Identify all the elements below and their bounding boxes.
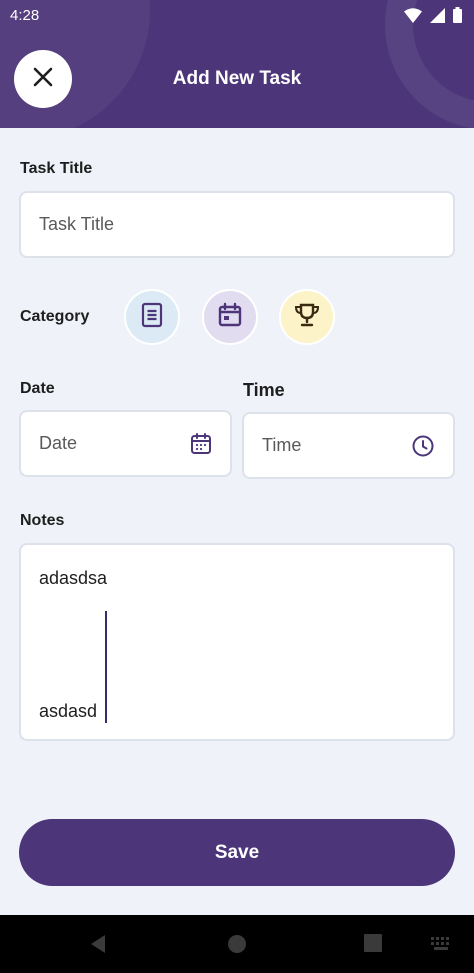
text-cursor	[105, 611, 107, 723]
notes-textarea[interactable]: adasdsa asdasd	[19, 543, 455, 741]
notes-line: adasdsa	[39, 568, 108, 588]
task-title-input[interactable]	[19, 191, 455, 258]
wifi-icon	[404, 7, 422, 27]
trophy-icon	[293, 302, 321, 333]
category-trophy-button[interactable]	[279, 289, 335, 345]
app-header: 4:28 Add New Task	[0, 0, 474, 128]
status-time: 4:28	[10, 7, 40, 24]
status-icons	[404, 7, 462, 27]
clock-icon[interactable]	[410, 433, 436, 459]
battery-icon	[453, 7, 462, 27]
back-icon[interactable]	[89, 934, 107, 954]
task-title-label: Task Title	[20, 160, 93, 177]
calendar-icon	[217, 302, 243, 333]
calendar-icon[interactable]	[188, 431, 214, 457]
notes-label: Notes	[20, 512, 65, 529]
home-icon[interactable]	[227, 934, 247, 954]
notes-icon	[140, 302, 164, 333]
category-label: Category	[20, 308, 90, 325]
date-label: Date	[20, 380, 55, 397]
recents-icon[interactable]	[364, 934, 382, 952]
time-label: Time	[243, 380, 285, 400]
status-bar: 4:28	[0, 0, 474, 32]
signal-icon	[430, 7, 445, 27]
category-calendar-button[interactable]	[202, 289, 258, 345]
save-button[interactable]: Save	[19, 819, 455, 886]
system-nav-bar	[0, 915, 474, 973]
category-notes-button[interactable]	[124, 289, 180, 345]
keyboard-icon[interactable]	[431, 937, 453, 951]
notes-line: asdasd	[39, 701, 98, 721]
page-title: Add New Task	[172, 68, 302, 89]
